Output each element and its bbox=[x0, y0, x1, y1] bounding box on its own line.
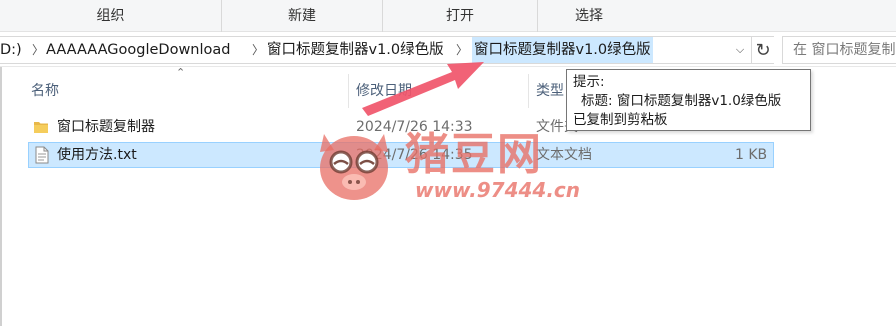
breadcrumb-download-folder[interactable]: AAAAAAGoogleDownload bbox=[46, 37, 231, 63]
file-modified: 2024/7/26 14:33 bbox=[356, 119, 473, 135]
scrollbar-edge bbox=[0, 67, 2, 326]
ribbon-group-new[interactable]: 新建 bbox=[222, 0, 383, 32]
column-header-type[interactable]: 类型 bbox=[536, 77, 564, 105]
breadcrumb-drive[interactable]: D:) bbox=[0, 37, 22, 63]
breadcrumb-current-folder[interactable]: 窗口标题复制器v1.0绿色版 bbox=[472, 37, 653, 63]
column-header-name[interactable]: 名称 bbox=[31, 77, 59, 105]
column-header-modified[interactable]: 修改日期 bbox=[356, 77, 412, 105]
ribbon-group-bar: 组织 新建 打开 选择 bbox=[0, 0, 896, 32]
sort-ascending-icon: ⌃ bbox=[176, 66, 186, 79]
search-input[interactable]: 在 窗口标题复制器v1.0绿色版 bbox=[782, 36, 896, 64]
file-size: 1 KB bbox=[735, 147, 768, 163]
tooltip-message: 已复制到剪粘板 bbox=[573, 112, 668, 128]
file-name: 窗口标题复制器 bbox=[57, 119, 155, 135]
ribbon-group-organize[interactable]: 组织 bbox=[0, 0, 222, 32]
file-type: 文本文档 bbox=[536, 147, 592, 163]
tooltip-heading: 提示: bbox=[573, 74, 605, 90]
address-row: D:) 〉 AAAAAAGoogleDownload 〉 窗口标题复制器v1.0… bbox=[0, 33, 896, 67]
folder-icon bbox=[34, 122, 48, 133]
breadcrumb-separator-icon[interactable]: 〉 bbox=[32, 37, 44, 63]
file-modified: 2024/7/26 14:35 bbox=[356, 147, 473, 163]
text-file-icon bbox=[35, 146, 49, 164]
ribbon-group-select[interactable]: 选择 bbox=[538, 0, 640, 32]
search-placeholder: 在 窗口标题复制器v1.0绿色版 bbox=[793, 42, 896, 58]
chevron-down-icon[interactable]: ⌵ bbox=[730, 37, 750, 63]
breadcrumb-separator-icon[interactable]: 〉 bbox=[456, 37, 468, 63]
watermark-url: www.97444.cn bbox=[415, 178, 581, 202]
file-name: 使用方法.txt bbox=[57, 147, 137, 163]
tooltip-title: 标题: 窗口标题复制器v1.0绿色版 bbox=[581, 93, 782, 109]
ribbon-group-open[interactable]: 打开 bbox=[383, 0, 538, 32]
breadcrumb-separator-icon[interactable]: 〉 bbox=[252, 37, 264, 63]
refresh-icon[interactable]: ↻ bbox=[752, 36, 774, 64]
tooltip: 提示: 标题: 窗口标题复制器v1.0绿色版 已复制到剪粘板 bbox=[566, 69, 811, 131]
column-divider[interactable] bbox=[348, 74, 349, 108]
breadcrumb-parent-folder[interactable]: 窗口标题复制器v1.0绿色版 bbox=[267, 37, 444, 63]
column-divider[interactable] bbox=[528, 74, 529, 108]
file-row[interactable]: 使用方法.txt 2024/7/26 14:35 文本文档 1 KB bbox=[28, 142, 774, 168]
address-bar[interactable]: D:) 〉 AAAAAAGoogleDownload 〉 窗口标题复制器v1.0… bbox=[0, 36, 752, 64]
